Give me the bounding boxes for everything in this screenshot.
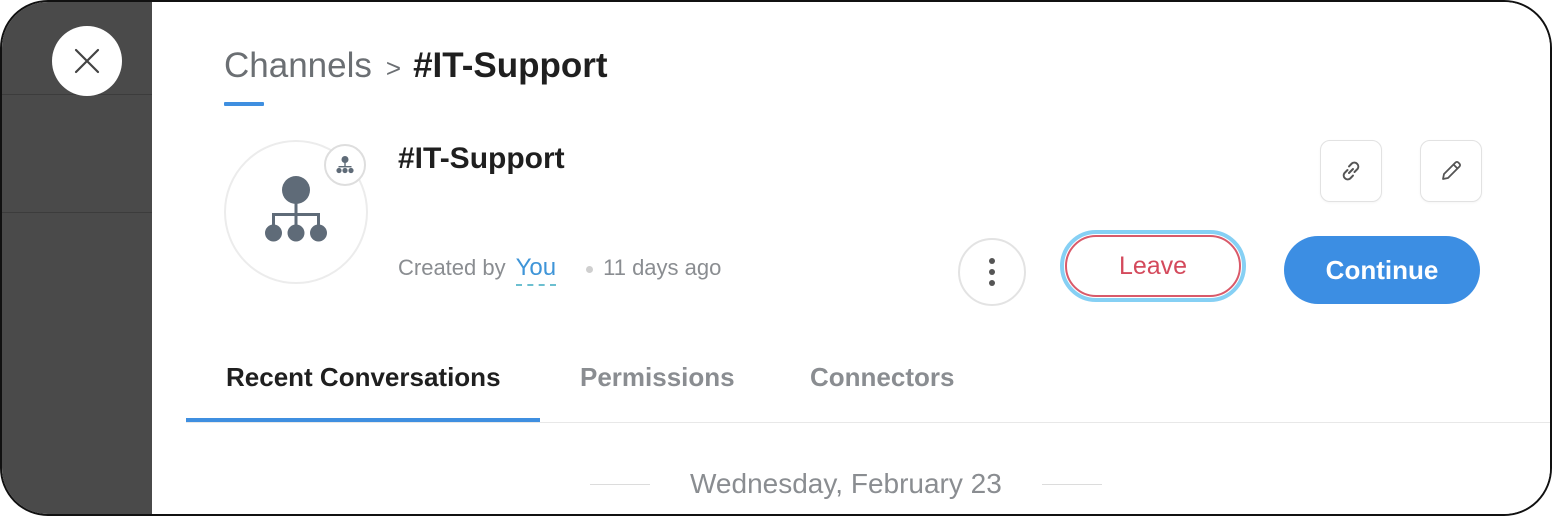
creator-link[interactable]: You	[515, 254, 557, 286]
breadcrumb-separator: >	[385, 53, 402, 83]
leave-button-label: Leave	[1065, 235, 1241, 297]
tab-bar: Recent Conversations Permissions Connect…	[186, 354, 1550, 423]
active-tab-indicator	[186, 418, 540, 422]
breadcrumb-underline	[224, 102, 264, 106]
org-chart-icon	[265, 176, 327, 242]
edit-channel-button[interactable]	[1420, 140, 1482, 202]
copy-link-button[interactable]	[1320, 140, 1382, 202]
close-icon	[74, 48, 100, 74]
date-label: Wednesday, February 23	[690, 468, 1002, 499]
leave-button[interactable]: Leave	[1060, 230, 1246, 302]
close-button[interactable]	[52, 26, 122, 96]
org-chart-mini-icon	[336, 156, 354, 174]
breadcrumb: Channels > #IT-Support	[224, 46, 608, 86]
date-rule-left	[590, 483, 650, 485]
created-by-label: Created by	[398, 255, 506, 280]
tab-connectors[interactable]: Connectors	[810, 362, 954, 393]
date-separator: Wednesday, February 23	[590, 468, 1102, 500]
backdrop-divider	[2, 212, 152, 213]
more-options-button[interactable]	[958, 238, 1026, 306]
link-icon	[1342, 161, 1360, 181]
tab-recent-conversations[interactable]: Recent Conversations	[226, 362, 501, 393]
channel-type-badge	[324, 144, 366, 186]
breadcrumb-current: #IT-Support	[413, 46, 608, 85]
created-age: 11 days ago	[603, 255, 722, 280]
channel-panel: Channels > #IT-Support #IT-Support Creat…	[152, 2, 1550, 514]
meta-dot	[586, 266, 594, 273]
modal-window: Channels > #IT-Support #IT-Support Creat…	[0, 0, 1552, 516]
breadcrumb-channels[interactable]: Channels	[224, 46, 372, 86]
channel-title: #IT-Support	[398, 142, 565, 175]
channel-avatar	[224, 140, 368, 284]
pencil-icon	[1442, 161, 1461, 180]
date-rule-right	[1041, 483, 1102, 485]
continue-button[interactable]: Continue	[1284, 236, 1480, 304]
channel-meta: Created by You 11 days ago	[398, 254, 721, 286]
tab-permissions[interactable]: Permissions	[580, 362, 735, 393]
vertical-ellipsis-icon	[989, 258, 995, 286]
